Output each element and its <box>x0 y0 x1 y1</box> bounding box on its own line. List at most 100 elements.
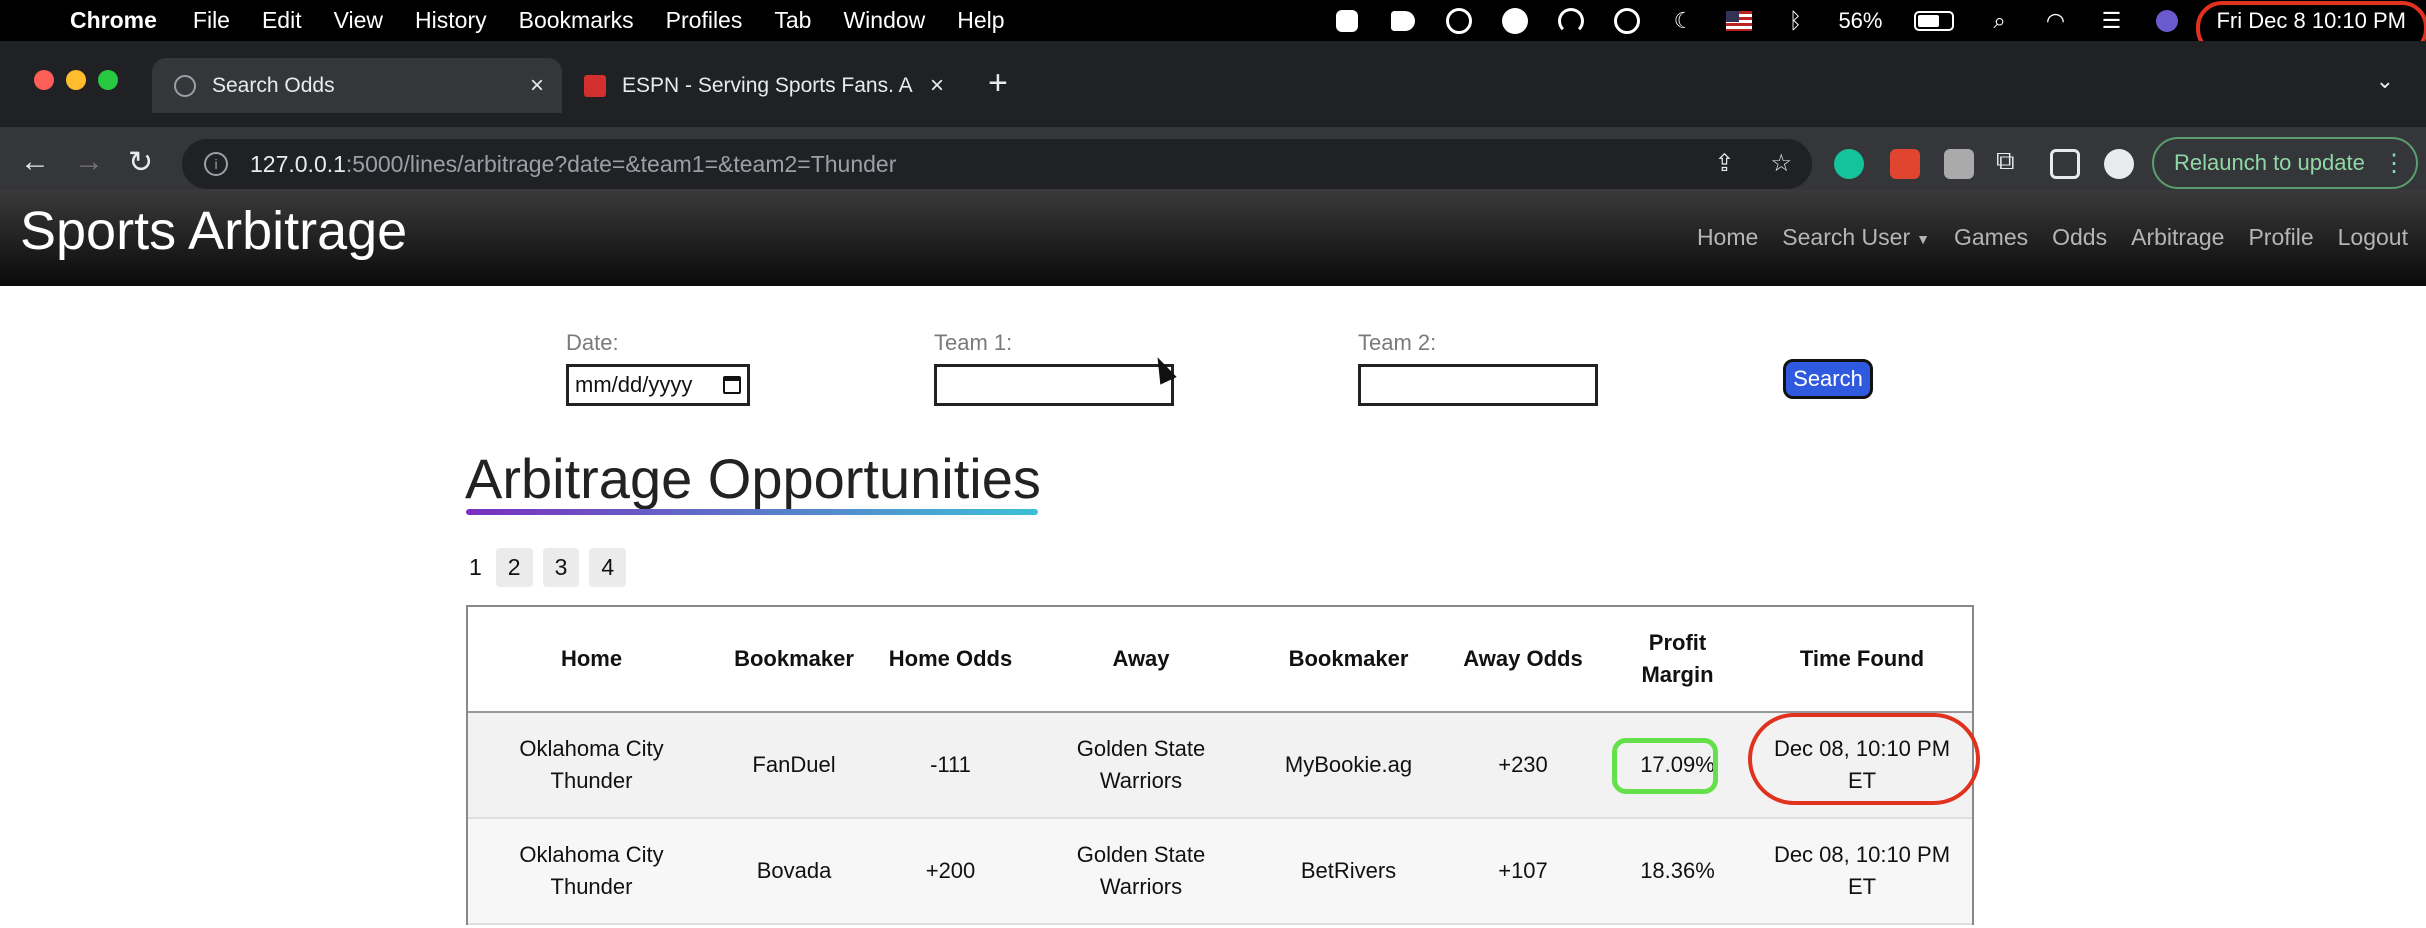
cell-profit-margin: 18.36% <box>1640 858 1715 883</box>
back-arrow-icon[interactable]: ← <box>20 145 50 179</box>
do-not-disturb-moon-icon[interactable]: ☾ <box>1670 8 1696 34</box>
header-away: Away <box>1112 646 1170 671</box>
menu-history[interactable]: History <box>415 7 487 34</box>
relaunch-label: Relaunch to update <box>2174 150 2365 175</box>
title-underline <box>466 509 1038 515</box>
window-close-button[interactable] <box>34 70 54 90</box>
nav-profile[interactable]: Profile <box>2248 224 2313 251</box>
menu-app-name[interactable]: Chrome <box>70 7 157 34</box>
tab-close-icon[interactable]: × <box>930 72 944 100</box>
cell-time-found: Dec 08, 10:10 PM ET <box>1748 713 1980 817</box>
tab-close-icon[interactable]: × <box>530 72 544 100</box>
user-avatar-icon[interactable] <box>2154 8 2180 34</box>
cell-home: Oklahoma City Thunder <box>519 842 664 899</box>
menubar-clock[interactable]: Fri Dec 8 10:10 PM <box>2196 1 2426 55</box>
bluetooth-icon[interactable]: ᛒ <box>1782 8 1808 34</box>
share-icon[interactable]: ⇪ <box>1714 149 1734 178</box>
tab-title: ESPN - Serving Sports Fans. A <box>622 73 913 97</box>
time-machine-icon[interactable] <box>1614 7 1641 34</box>
nav-logout[interactable]: Logout <box>2338 224 2408 251</box>
nav-search-user-dropdown[interactable]: Search User ▼ <box>1782 224 1930 251</box>
red-annotation-circle-time <box>1748 713 1980 805</box>
profile-avatar-icon[interactable] <box>2104 149 2134 179</box>
header-home-bookmaker: Bookmaker <box>734 646 854 671</box>
window-minimize-button[interactable] <box>66 70 86 90</box>
status-app-icon[interactable] <box>1390 8 1416 34</box>
stop-record-icon[interactable] <box>1334 8 1360 34</box>
menu-view[interactable]: View <box>334 7 383 34</box>
page-link-4[interactable]: 4 <box>589 548 627 587</box>
macos-menu-bar: Chrome File Edit View History Bookmarks … <box>0 0 2426 55</box>
music-app-icon[interactable] <box>1502 7 1529 34</box>
cloud-sync-icon[interactable] <box>1446 7 1473 34</box>
nav-arbitrage[interactable]: Arbitrage <box>2131 224 2224 251</box>
nav-games[interactable]: Games <box>1954 224 2028 251</box>
table-header-row: Home Bookmaker Home Odds Away Bookmaker … <box>468 607 1972 713</box>
cell-profit-margin: 17.09% <box>1603 713 1752 817</box>
window-zoom-button[interactable] <box>98 70 118 90</box>
calendar-icon[interactable] <box>723 376 741 394</box>
reload-icon[interactable]: ↻ <box>128 145 153 180</box>
cell-away-odds: +107 <box>1498 858 1548 883</box>
caret-down-icon: ▼ <box>1916 230 1930 247</box>
tp-extension-icon[interactable] <box>1890 149 1920 179</box>
battery-icon[interactable] <box>1912 8 1956 34</box>
forward-arrow-icon[interactable]: → <box>74 145 104 179</box>
address-bar[interactable]: i 127.0.0.1 :5000/lines/arbitrage?date=&… <box>182 139 1812 189</box>
cell-away-odds: +230 <box>1498 752 1548 777</box>
time-found-value: Dec 08, 10:10 PM ET <box>1773 842 1951 899</box>
cell-home-odds: +200 <box>925 858 976 883</box>
tab-search-chevron-icon[interactable]: ⌄ <box>2376 68 2394 94</box>
url-path: :5000/lines/arbitrage?date=&team1=&team2… <box>345 150 897 177</box>
cell-away: Golden State Warriors <box>1076 736 1206 793</box>
wifi-icon[interactable]: ◠ <box>2042 8 2068 34</box>
menu-file[interactable]: File <box>193 7 230 34</box>
us-flag-input-icon[interactable] <box>1726 8 1753 34</box>
extensions-puzzle-icon[interactable]: ⧉ <box>1996 145 2015 177</box>
tab-espn[interactable]: ESPN - Serving Sports Fans. A × <box>562 58 962 113</box>
menu-window[interactable]: Window <box>843 7 925 34</box>
grammarly-extension-icon[interactable] <box>1834 149 1864 179</box>
page-link-2[interactable]: 2 <box>495 548 533 587</box>
team2-label: Team 2: <box>1358 330 1437 355</box>
more-menu-icon[interactable]: ⋮ <box>2382 149 2406 178</box>
site-info-icon[interactable]: i <box>204 152 228 176</box>
menu-tab[interactable]: Tab <box>774 7 811 34</box>
pdf-extension-icon[interactable] <box>1944 149 1974 179</box>
cell-home: Oklahoma City Thunder <box>519 736 664 793</box>
cell-away-bookmaker: MyBookie.ag <box>1284 752 1413 777</box>
team2-input[interactable] <box>1358 364 1598 406</box>
headphones-icon[interactable] <box>1558 7 1585 34</box>
espn-logo-icon <box>584 74 606 97</box>
new-tab-plus-icon[interactable]: + <box>988 64 1008 103</box>
nav-search-user-label: Search User <box>1782 224 1911 250</box>
table-row: Oklahoma City Thunder FanDuel -111 Golde… <box>468 713 1980 819</box>
search-button[interactable]: Search <box>1783 359 1873 399</box>
tab-title: Search Odds <box>212 73 335 97</box>
site-brand[interactable]: Sports Arbitrage <box>20 200 407 262</box>
team1-label: Team 1: <box>934 330 1013 355</box>
menu-help[interactable]: Help <box>957 7 1004 34</box>
nav-odds[interactable]: Odds <box>2052 224 2107 251</box>
nav-home[interactable]: Home <box>1697 224 1758 251</box>
menu-edit[interactable]: Edit <box>262 7 302 34</box>
team1-input[interactable] <box>934 364 1174 406</box>
header-away-odds: Away Odds <box>1463 646 1583 671</box>
header-time-found: Time Found <box>1799 646 1925 671</box>
tab-search-odds[interactable]: Search Odds × <box>152 58 562 113</box>
cell-home-bookmaker: FanDuel <box>752 752 836 777</box>
header-home: Home <box>560 646 623 671</box>
cell-home-bookmaker: Bovada <box>756 858 832 883</box>
site-navbar: Sports Arbitrage Home Search User ▼ Games… <box>0 190 2426 286</box>
green-annotation-box <box>1612 738 1718 794</box>
pagination: 1 2 3 4 <box>465 548 627 587</box>
side-panel-icon[interactable] <box>2050 149 2080 179</box>
spotlight-search-icon[interactable]: ⌕ <box>1986 8 2012 34</box>
control-center-icon[interactable]: ☰ <box>2098 8 2124 34</box>
bookmark-star-icon[interactable]: ☆ <box>1770 149 1792 178</box>
date-input[interactable]: mm/dd/yyyy <box>566 364 750 406</box>
relaunch-to-update-button[interactable]: Relaunch to update ⋮ <box>2152 137 2418 189</box>
page-link-3[interactable]: 3 <box>542 548 580 587</box>
menu-profiles[interactable]: Profiles <box>666 7 743 34</box>
menu-bookmarks[interactable]: Bookmarks <box>519 7 634 34</box>
